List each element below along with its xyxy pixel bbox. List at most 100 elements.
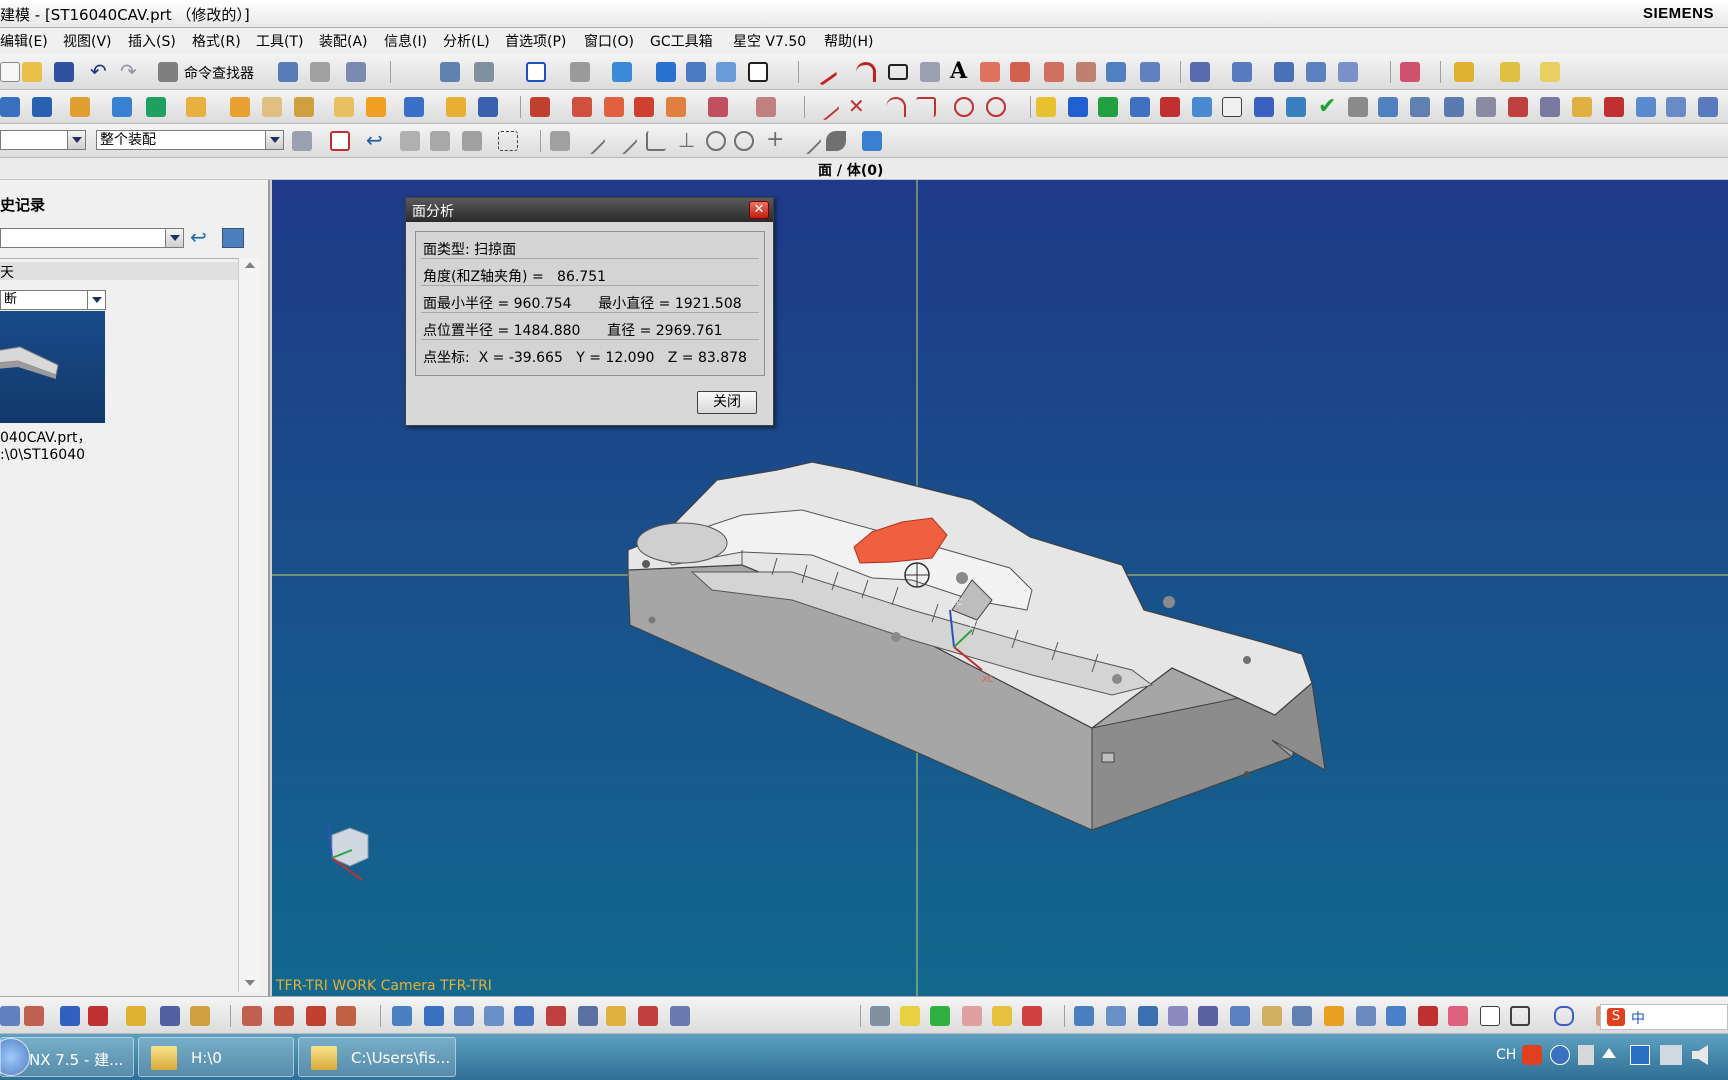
offset-face-icon[interactable] <box>666 97 686 117</box>
undo-icon[interactable]: ↶ <box>90 61 110 82</box>
menu-view[interactable]: 视图(V) <box>63 31 112 51</box>
pattern-icon[interactable] <box>708 97 728 117</box>
rectangle-select-icon[interactable] <box>498 131 518 151</box>
copy-icon[interactable] <box>962 1006 982 1026</box>
edit-object-icon[interactable] <box>278 62 298 82</box>
part-navigator-icon[interactable] <box>0 97 20 117</box>
scroll-up-icon[interactable] <box>245 262 255 268</box>
trim-body-icon[interactable] <box>478 97 498 117</box>
slot-icon[interactable] <box>262 97 282 117</box>
intersect-icon[interactable] <box>604 97 624 117</box>
snap-existing-point-icon[interactable]: + <box>766 129 786 151</box>
menu-format[interactable]: 格式(R) <box>192 31 241 51</box>
snap-curve-icon[interactable] <box>646 131 666 151</box>
clipboard-icon[interactable] <box>1636 97 1656 117</box>
display-icon[interactable] <box>1660 1045 1682 1065</box>
text-icon[interactable]: A <box>950 60 970 82</box>
chevron-down-icon[interactable] <box>67 131 85 149</box>
measure-icon[interactable] <box>1036 97 1056 117</box>
assembly-constraint-icon[interactable] <box>1500 62 1520 82</box>
mirror-body-icon[interactable] <box>1160 97 1180 117</box>
menu-preferences[interactable]: 首选项(P) <box>505 31 566 51</box>
taskbar-item-folder-users[interactable]: C:\Users\fis... <box>298 1037 456 1077</box>
fillet-icon[interactable] <box>916 97 936 117</box>
wcs-icon[interactable] <box>0 1006 20 1026</box>
project-curve-icon[interactable] <box>1044 62 1064 82</box>
sweep-icon[interactable] <box>1306 62 1326 82</box>
mold-csys-icon[interactable] <box>424 1006 444 1026</box>
family-mold-icon[interactable] <box>514 1006 534 1026</box>
save-icon[interactable] <box>54 62 74 82</box>
assembly-add-icon[interactable] <box>1454 62 1474 82</box>
snap-intersection-icon[interactable]: ⊥ <box>678 130 698 151</box>
workpiece-icon[interactable] <box>454 1006 474 1026</box>
volume-icon[interactable] <box>1692 1045 1708 1065</box>
menu-window[interactable]: 窗口(O) <box>584 31 634 51</box>
selection-scope-select[interactable]: 整个装配 <box>96 130 284 150</box>
arrange-icon[interactable] <box>1106 1006 1126 1026</box>
sub-insert-icon[interactable] <box>670 1006 690 1026</box>
measure-angle-icon[interactable] <box>190 1006 210 1026</box>
link-icon[interactable] <box>1074 1006 1094 1026</box>
menu-insert[interactable]: 插入(S) <box>128 31 176 51</box>
mirror-curve-icon[interactable] <box>1106 62 1126 82</box>
replace-component-icon[interactable] <box>1286 97 1306 117</box>
red-box-icon[interactable] <box>1418 1006 1438 1026</box>
help-icon[interactable] <box>1550 1045 1570 1065</box>
cooling-icon[interactable] <box>1540 97 1560 117</box>
wireframe-cube-icon[interactable] <box>686 62 706 82</box>
gear-icon[interactable] <box>1476 97 1496 117</box>
menu-analysis[interactable]: 分析(L) <box>443 31 490 51</box>
boss-icon[interactable] <box>186 97 206 117</box>
component-filter-icon[interactable] <box>292 131 312 151</box>
datum-plane-icon[interactable] <box>88 1006 108 1026</box>
taskbar-item-nx[interactable]: NX 7.5 - 建... <box>0 1037 134 1077</box>
line-icon[interactable] <box>810 58 838 86</box>
close-button[interactable]: 关闭 <box>697 391 757 414</box>
command-finder-button[interactable]: 命令查找器 <box>184 63 254 83</box>
edge-blend-icon[interactable] <box>334 97 354 117</box>
standard-part-icon[interactable] <box>606 1006 626 1026</box>
grid-icon[interactable] <box>1222 97 1242 117</box>
group-header[interactable]: 天 <box>0 262 238 281</box>
quick-trim-icon[interactable]: ✕ <box>848 96 868 117</box>
mold-base-icon[interactable] <box>578 1006 598 1026</box>
snap-on-curve-icon[interactable] <box>793 126 823 156</box>
stamp-icon[interactable] <box>1138 1006 1158 1026</box>
sketch-arc-icon[interactable] <box>886 97 906 117</box>
curvature-icon[interactable] <box>274 1006 294 1026</box>
bridge-curve-icon[interactable] <box>1076 62 1096 82</box>
split-body-icon[interactable] <box>1410 97 1430 117</box>
snap-control-point-icon[interactable] <box>609 126 639 156</box>
mold-wizard-icon[interactable] <box>1192 97 1212 117</box>
chevron-down-icon[interactable] <box>265 131 283 149</box>
image-view-icon[interactable] <box>222 228 244 248</box>
snap-view-icon[interactable] <box>440 62 460 82</box>
n-sided-surface-icon[interactable] <box>1338 62 1358 82</box>
part-thumbnail[interactable] <box>0 311 105 423</box>
taskbar-item-folder-h[interactable]: H:\0 <box>138 1037 294 1077</box>
wrench-icon[interactable] <box>1572 97 1592 117</box>
language-indicator[interactable]: CH <box>1496 1047 1516 1063</box>
ejector-icon[interactable] <box>1508 97 1528 117</box>
paint-icon[interactable] <box>1022 1006 1042 1026</box>
scroll-down-icon[interactable] <box>245 980 255 986</box>
menu-help[interactable]: 帮助(H) <box>824 31 873 51</box>
snap-on-surface-icon[interactable] <box>826 131 846 151</box>
green-cube-icon[interactable] <box>930 1006 950 1026</box>
flat-icon[interactable] <box>1292 1006 1312 1026</box>
ruler-icon[interactable] <box>1262 1006 1282 1026</box>
bluetooth-icon[interactable] <box>1630 1045 1650 1065</box>
chamfer-icon[interactable] <box>366 97 386 117</box>
fork-tool-icon[interactable] <box>1448 1006 1468 1026</box>
back-arrow-icon[interactable]: ↩ <box>190 227 210 248</box>
snap-endpoint-icon[interactable] <box>550 131 570 151</box>
layer-settings-icon[interactable] <box>1400 62 1420 82</box>
ime-status-bar[interactable]: S 中 <box>1600 1004 1728 1030</box>
point-icon[interactable] <box>920 62 940 82</box>
show-hide-icon[interactable] <box>346 62 366 82</box>
snap-center-icon[interactable] <box>706 131 726 151</box>
close-icon[interactable]: ✕ <box>749 201 769 219</box>
redo-icon[interactable]: ↷ <box>120 61 140 82</box>
add-component-icon[interactable] <box>1254 97 1274 117</box>
